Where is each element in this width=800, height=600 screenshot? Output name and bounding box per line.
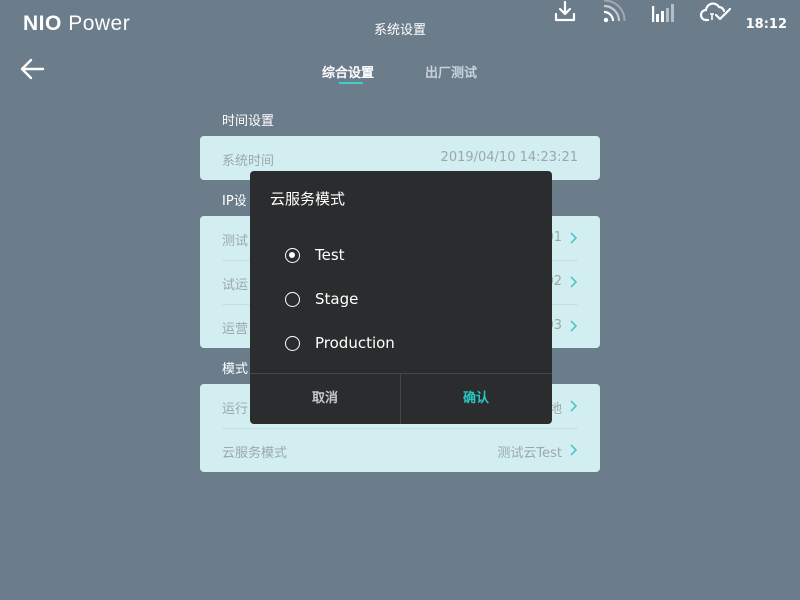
arrow-left-icon [20,58,45,80]
row-value: 测试云Test [497,446,562,461]
section-title-ip: IP设 [222,194,247,209]
row-label: 系统时间 [222,154,275,169]
option-production[interactable]: Production [285,332,505,354]
chevron-right-icon [570,320,578,332]
clock: 18:12 [745,17,787,32]
section-title-mode: 模式 [222,362,249,377]
rss-signal-icon [601,0,627,24]
option-label: Test [315,246,345,264]
cancel-button[interactable]: 取消 [250,374,400,424]
option-label: Production [315,334,395,352]
tab-factory-test[interactable]: 出厂测试 [425,62,477,81]
tab-general-settings[interactable]: 综合设置 [322,62,374,81]
cellular-signal-icon [651,0,677,24]
row-label: 云服务模式 [222,446,288,461]
cloud-check-icon [699,0,733,24]
back-button[interactable] [19,58,45,80]
chevron-right-icon [570,276,578,288]
cloud-service-mode-dialog: 云服务模式 Test Stage Production 取消 确认 [250,171,552,424]
confirm-button[interactable]: 确认 [401,374,551,424]
download-icon[interactable] [552,0,578,24]
option-test[interactable]: Test [285,244,505,266]
radio-unchecked-icon[interactable] [285,336,300,351]
radio-unchecked-icon[interactable] [285,292,300,307]
option-stage[interactable]: Stage [285,288,505,310]
radio-checked-icon[interactable] [285,248,300,263]
page-title: 系统设置 [373,23,426,38]
option-label: Stage [315,290,359,308]
row-label: 测试 [222,234,249,249]
section-title-time: 时间设置 [222,114,275,129]
chevron-right-icon [570,444,578,456]
row-label: 运营 [222,322,249,337]
chevron-right-icon [570,232,578,244]
row-value: 2019/04/10 14:23:21 [440,150,578,165]
cloud-service-mode-row[interactable]: 云服务模式 测试云Test [222,428,578,472]
dialog-title: 云服务模式 [270,190,346,208]
row-label: 试运 [222,278,249,293]
active-tab-indicator [339,82,363,84]
row-label: 运行 [222,402,249,417]
chevron-right-icon [570,400,578,412]
dialog-footer: 取消 确认 [250,373,552,424]
